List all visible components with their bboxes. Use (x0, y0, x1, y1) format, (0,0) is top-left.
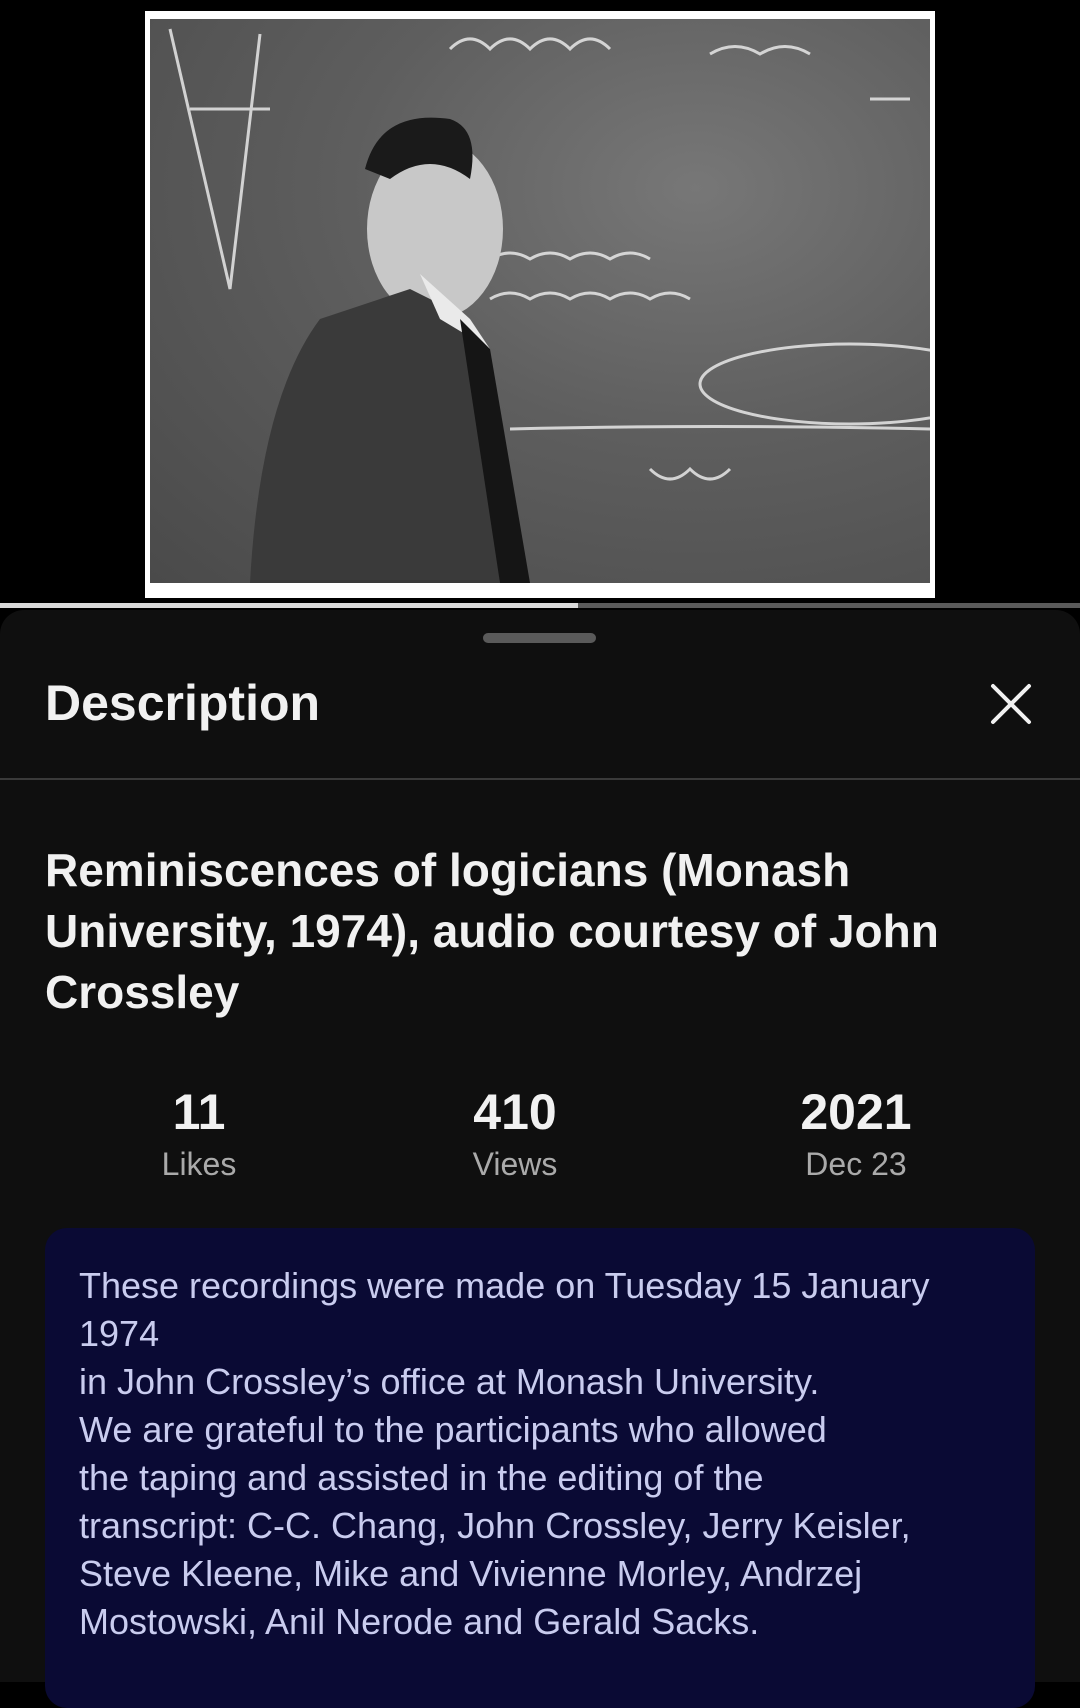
description-sheet: Description Reminiscences of logicians (… (0, 610, 1080, 1708)
close-icon (991, 684, 1031, 724)
views-label: Views (472, 1146, 558, 1182)
thumbnail-image (150, 19, 930, 583)
video-thumbnail[interactable] (145, 11, 935, 598)
video-title: Reminiscences of logicians (Monash Unive… (45, 844, 939, 1018)
stat-views: 410 Views (385, 1082, 645, 1184)
playback-progress-bar[interactable] (0, 603, 1080, 608)
views-count: 410 (473, 1084, 557, 1140)
stat-date: 2021 Dec 23 (726, 1082, 986, 1184)
video-player[interactable] (0, 0, 1080, 608)
stat-likes: 11 Likes (69, 1082, 329, 1184)
publish-date: Dec 23 (805, 1146, 907, 1182)
sheet-header: Description (0, 650, 1080, 790)
likes-count: 11 (172, 1084, 226, 1140)
playback-progress-fill (0, 603, 578, 608)
drag-handle[interactable] (483, 633, 596, 643)
sheet-title: Description (45, 675, 321, 731)
close-button[interactable] (985, 678, 1037, 730)
likes-label: Likes (161, 1146, 237, 1182)
header-divider (0, 778, 1080, 780)
description-box[interactable]: These recordings were made on Tuesday 15… (45, 1228, 1035, 1708)
publish-year: 2021 (800, 1084, 912, 1140)
description-text: These recordings were made on Tuesday 15… (79, 1265, 930, 1642)
